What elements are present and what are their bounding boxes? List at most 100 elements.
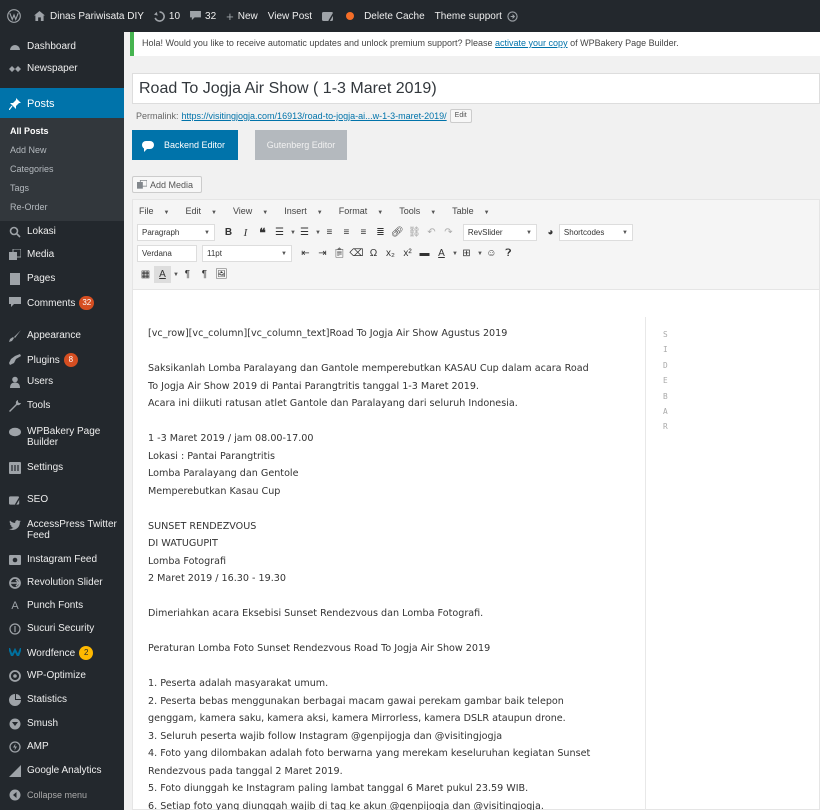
align-justify-icon[interactable]: ≣ bbox=[372, 224, 389, 241]
italic-button[interactable]: I bbox=[237, 224, 254, 241]
sidebar-item-label: Media bbox=[27, 249, 55, 260]
collapse-menu-button[interactable]: Collapse menu bbox=[0, 788, 124, 806]
clear-format-icon[interactable]: ⌫ bbox=[348, 245, 365, 262]
horizontal-line-icon[interactable]: ▬ bbox=[416, 245, 433, 262]
sidebar-item-revolution-slider[interactable]: Revolution Slider bbox=[0, 576, 124, 596]
content-line: genggam, kamera saku, kamera aksi, kamer… bbox=[148, 713, 566, 724]
sidebar-item-smush[interactable]: Smush bbox=[0, 717, 124, 737]
post-title-input[interactable]: Road To Jogja Air Show ( 1-3 Maret 2019) bbox=[132, 73, 820, 104]
sidebar-item-media[interactable]: Media bbox=[0, 248, 124, 268]
redo-icon[interactable]: ↷ bbox=[440, 224, 457, 241]
font-family-select[interactable]: Verdana bbox=[137, 245, 197, 262]
help-icon[interactable]: ❓︎ bbox=[500, 245, 517, 262]
submenu-all-posts[interactable]: All Posts bbox=[0, 122, 124, 141]
paste-text-icon[interactable]: 📋︎ bbox=[331, 245, 348, 262]
image-icon[interactable]: 🖼︎ bbox=[213, 266, 230, 283]
menu-tools[interactable]: Tools ▼ bbox=[399, 206, 444, 216]
menu-view[interactable]: View ▼ bbox=[233, 206, 276, 216]
view-post-link[interactable]: View Post bbox=[263, 0, 317, 32]
submenu-add-new[interactable]: Add New bbox=[0, 141, 124, 160]
admin-bar-status[interactable] bbox=[341, 0, 359, 32]
menu-file[interactable]: File ▼ bbox=[139, 206, 177, 216]
menu-format[interactable]: Format ▼ bbox=[339, 206, 391, 216]
special-character-icon[interactable]: Ω bbox=[365, 245, 382, 262]
delete-cache-label: Delete Cache bbox=[364, 10, 425, 22]
text-color-icon[interactable]: A bbox=[433, 245, 450, 262]
menu-insert[interactable]: Insert ▼ bbox=[284, 206, 330, 216]
permalink-edit-button[interactable]: Edit bbox=[449, 109, 472, 123]
format-select-value: Paragraph bbox=[142, 228, 180, 237]
format-select[interactable]: Paragraph ▼ bbox=[137, 224, 215, 241]
sidebar-item-sucuri[interactable]: Sucuri Security bbox=[0, 622, 124, 642]
sidebar-item-users[interactable]: Users bbox=[0, 375, 124, 395]
paragraph-ltr-icon[interactable]: ¶ bbox=[179, 266, 196, 283]
menu-edit[interactable]: Edit ▼ bbox=[185, 206, 224, 216]
sidebar-item-instagram-feed[interactable]: Instagram Feed bbox=[0, 553, 124, 573]
unlink-icon[interactable]: ⛓︎ bbox=[406, 224, 423, 241]
refresh-icon bbox=[153, 10, 165, 22]
backend-editor-button[interactable]: Backend Editor bbox=[132, 130, 238, 160]
blockquote-icon[interactable]: ❝ bbox=[254, 224, 271, 241]
toolbar-toggle-icon[interactable]: ▦ bbox=[137, 266, 154, 283]
emoticon-icon[interactable]: ☺ bbox=[483, 245, 500, 262]
sidebar-item-pages[interactable]: Pages bbox=[0, 272, 124, 292]
sidebar-item-accesspress[interactable]: AccessPress Twitter Feed bbox=[0, 517, 124, 547]
add-media-button[interactable]: Add Media bbox=[132, 176, 202, 193]
sidebar-item-statistics[interactable]: Statistics bbox=[0, 693, 124, 713]
sidebar-item-seo[interactable]: SEO bbox=[0, 493, 124, 513]
admin-bar-yoast[interactable] bbox=[317, 0, 341, 32]
theme-support-link[interactable]: Theme support bbox=[430, 0, 523, 32]
bullet-list-icon[interactable]: ☰ bbox=[271, 224, 288, 241]
indent-icon[interactable]: ⇥ bbox=[314, 245, 331, 262]
revslider-select[interactable]: RevSlider ▼ bbox=[462, 224, 537, 241]
menu-table[interactable]: Table ▼ bbox=[452, 206, 497, 216]
superscript-icon[interactable]: x² bbox=[399, 245, 416, 262]
statistics-pie-icon[interactable]: ◕ bbox=[542, 224, 559, 241]
font-size-select[interactable]: 11pt ▼ bbox=[202, 245, 292, 262]
sidebar-item-settings[interactable]: Settings bbox=[0, 461, 124, 481]
delete-cache-button[interactable]: Delete Cache bbox=[359, 0, 430, 32]
align-left-icon[interactable]: ≡ bbox=[321, 224, 338, 241]
admin-bar-new[interactable]: + New bbox=[221, 0, 263, 32]
sidebar-item-wordfence[interactable]: Wordfence 2 bbox=[0, 645, 124, 665]
table-icon[interactable]: ⊞ bbox=[458, 245, 475, 262]
sidebar-item-google-analytics[interactable]: Google Analytics bbox=[0, 764, 124, 784]
gutenberg-editor-button[interactable]: Gutenberg Editor bbox=[255, 130, 347, 160]
content-line: 2 Maret 2019 / 16.30 - 19.30 bbox=[148, 573, 286, 584]
sidebar-item-lokasi[interactable]: Lokasi bbox=[0, 225, 124, 245]
comment-icon bbox=[8, 295, 22, 309]
wordpress-logo-icon[interactable] bbox=[2, 0, 26, 32]
caret-down-icon: ▼ bbox=[281, 250, 287, 257]
sidebar-item-comments[interactable]: Comments 32 bbox=[0, 295, 124, 315]
undo-icon[interactable]: ↶ bbox=[423, 224, 440, 241]
admin-bar-comments[interactable]: 32 bbox=[185, 0, 221, 32]
align-center-icon[interactable]: ≡ bbox=[338, 224, 355, 241]
sidebar-item-appearance[interactable]: Appearance bbox=[0, 329, 124, 349]
sidebar-item-newspaper[interactable]: Newspaper bbox=[0, 60, 124, 80]
bold-button[interactable]: B bbox=[220, 224, 237, 241]
sidebar-item-posts[interactable]: Posts bbox=[0, 88, 124, 118]
permalink-link[interactable]: https://visitingjogja.com/16913/road-to-… bbox=[182, 111, 447, 121]
sidebar-item-punch-fonts[interactable]: A Punch Fonts bbox=[0, 599, 124, 619]
numbered-list-icon[interactable]: ☰ bbox=[296, 224, 313, 241]
sidebar-item-wpbakery[interactable]: WPBakery Page Builder bbox=[0, 421, 124, 451]
background-color-icon[interactable]: A bbox=[154, 266, 171, 283]
submenu-tags[interactable]: Tags bbox=[0, 179, 124, 198]
admin-bar-site[interactable]: Dinas Pariwisata DIY bbox=[29, 0, 149, 32]
shortcodes-select[interactable]: Shortcodes ▼ bbox=[558, 224, 633, 241]
submenu-re-order[interactable]: Re-Order bbox=[0, 198, 124, 217]
editor-content[interactable]: [vc_row][vc_column][vc_column_text]Road … bbox=[133, 317, 645, 810]
admin-bar-updates[interactable]: 10 bbox=[149, 0, 185, 32]
outdent-icon[interactable]: ⇤ bbox=[297, 245, 314, 262]
paragraph-rtl-icon[interactable]: ¶ bbox=[196, 266, 213, 283]
sidebar-item-tools[interactable]: Tools bbox=[0, 399, 124, 419]
sidebar-item-dashboard[interactable]: Dashboard bbox=[0, 36, 124, 56]
submenu-categories[interactable]: Categories bbox=[0, 160, 124, 179]
sidebar-item-plugins[interactable]: Plugins 8 bbox=[0, 352, 124, 372]
activate-copy-link[interactable]: activate your copy bbox=[495, 38, 568, 48]
sidebar-item-wp-optimize[interactable]: WP-Optimize bbox=[0, 669, 124, 689]
subscript-icon[interactable]: x₂ bbox=[382, 245, 399, 262]
align-right-icon[interactable]: ≡ bbox=[355, 224, 372, 241]
link-icon[interactable]: 🔗︎ bbox=[389, 224, 406, 241]
sidebar-item-amp[interactable]: AMP bbox=[0, 740, 124, 760]
